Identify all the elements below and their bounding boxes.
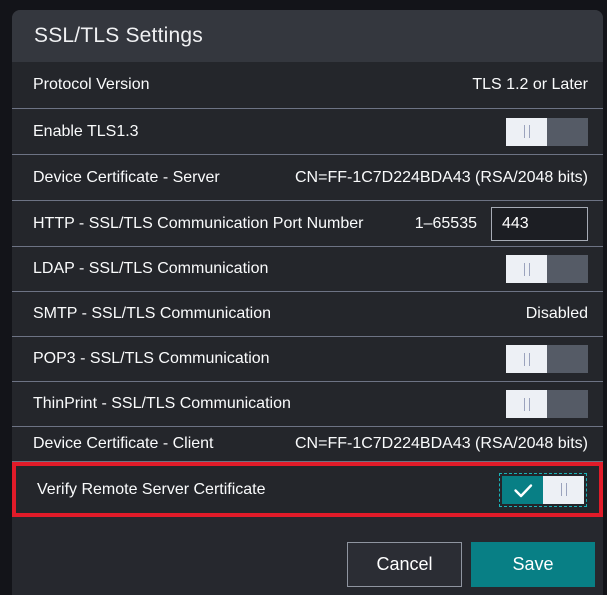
toggle-grip-icon	[524, 353, 530, 366]
row-label: Enable TLS1.3	[33, 123, 139, 141]
row-label: Protocol Version	[33, 76, 150, 94]
cancel-button[interactable]: Cancel	[347, 542, 462, 587]
row-thinprint: ThinPrint - SSL/TLS Communication	[12, 381, 603, 426]
row-label: LDAP - SSL/TLS Communication	[33, 260, 268, 278]
row-protocol-version: Protocol Version TLS 1.2 or Later	[12, 62, 603, 108]
enable-tls13-toggle[interactable]	[506, 118, 588, 146]
row-ldap: LDAP - SSL/TLS Communication	[12, 246, 603, 291]
toggle-track-on	[502, 476, 543, 504]
toggle-thumb	[506, 255, 547, 283]
toggle-thumb	[506, 390, 547, 418]
row-pop3: POP3 - SSL/TLS Communication	[12, 336, 603, 381]
row-http-port: HTTP - SSL/TLS Communication Port Number…	[12, 200, 603, 246]
toggle-thumb	[506, 345, 547, 373]
row-label: HTTP - SSL/TLS Communication Port Number	[33, 215, 363, 233]
toggle-track	[547, 345, 588, 373]
row-verify-remote-cert: Verify Remote Server Certificate	[16, 466, 599, 513]
row-label: POP3 - SSL/TLS Communication	[33, 350, 270, 368]
row-label: SMTP - SSL/TLS Communication	[33, 305, 271, 323]
toggle-grip-icon	[561, 483, 567, 496]
toggle-grip-icon	[524, 263, 530, 276]
toggle-grip-icon	[524, 398, 530, 411]
port-input-group: 1–65535	[415, 207, 588, 241]
red-highlight-box: Verify Remote Server Certificate	[12, 462, 603, 517]
ldap-toggle[interactable]	[506, 255, 588, 283]
row-value: CN=FF-1C7D224BDA43 (RSA/2048 bits)	[295, 169, 588, 187]
row-label: Device Certificate - Client	[33, 435, 214, 453]
save-button[interactable]: Save	[471, 542, 595, 587]
row-enable-tls13: Enable TLS1.3	[12, 108, 603, 154]
toggle-track	[547, 118, 588, 146]
checkmark-icon	[511, 478, 535, 502]
toggle-thumb	[543, 476, 584, 504]
row-label: ThinPrint - SSL/TLS Communication	[33, 395, 291, 413]
row-value: Disabled	[526, 305, 588, 323]
row-device-cert-server: Device Certificate - Server CN=FF-1C7D22…	[12, 154, 603, 200]
row-value: TLS 1.2 or Later	[472, 76, 588, 94]
toggle-thumb	[506, 118, 547, 146]
thinprint-toggle[interactable]	[506, 390, 588, 418]
row-value: CN=FF-1C7D224BDA43 (RSA/2048 bits)	[295, 435, 588, 453]
row-label: Verify Remote Server Certificate	[37, 481, 266, 499]
ssl-tls-settings-dialog: SSL/TLS Settings Protocol Version TLS 1.…	[12, 10, 603, 595]
toggle-track	[547, 255, 588, 283]
port-range-hint: 1–65535	[415, 215, 477, 233]
dialog-title: SSL/TLS Settings	[34, 24, 203, 48]
row-smtp: SMTP - SSL/TLS Communication Disabled	[12, 291, 603, 336]
dialog-header: SSL/TLS Settings	[12, 10, 603, 62]
toggle-track	[547, 390, 588, 418]
toggle-grip-icon	[524, 125, 530, 138]
pop3-toggle[interactable]	[506, 345, 588, 373]
dialog-footer: Cancel Save	[12, 517, 603, 595]
row-label: Device Certificate - Server	[33, 169, 220, 187]
verify-remote-cert-toggle[interactable]	[502, 476, 584, 504]
row-device-cert-client: Device Certificate - Client CN=FF-1C7D22…	[12, 426, 603, 462]
http-port-input[interactable]	[491, 207, 588, 241]
